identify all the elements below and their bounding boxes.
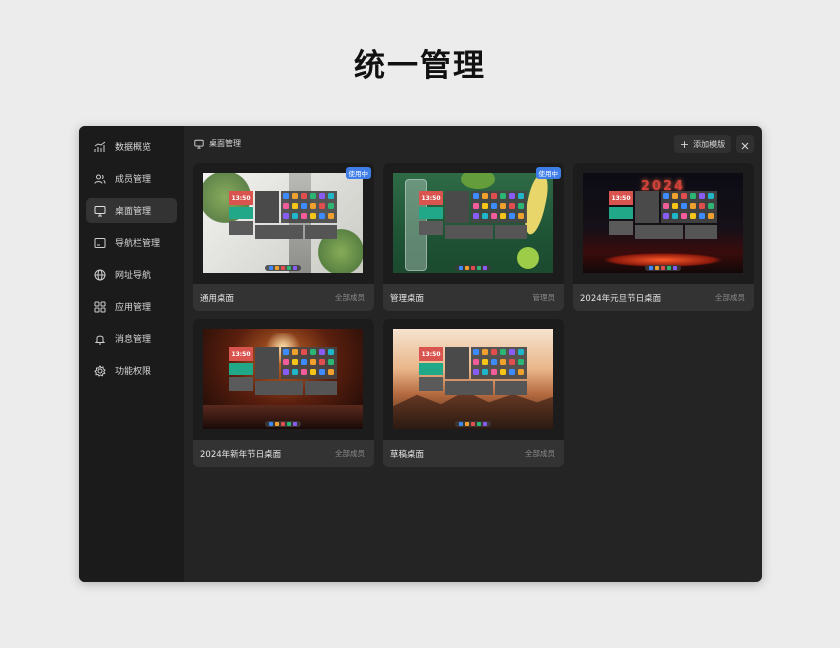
add-template-button[interactable]: + 添加模版 bbox=[674, 135, 731, 153]
main-panel: 桌面管理 + 添加模版 13:50 使用中 通用桌面 全部成员 13:50 使用中 管理桌面… bbox=[184, 126, 762, 582]
close-button[interactable] bbox=[736, 135, 754, 153]
card-preview: 2024 13:50 bbox=[573, 163, 754, 284]
apps-grid-icon bbox=[94, 301, 106, 313]
monitor-icon bbox=[94, 205, 106, 217]
card-footer: 管理桌面 管理员 bbox=[383, 284, 564, 311]
sidebar-item-label: 导航栏管理 bbox=[115, 239, 161, 249]
sidebar-item-navbar[interactable]: 导航栏管理 bbox=[86, 230, 177, 255]
sidebar-item-label: 消息管理 bbox=[115, 335, 152, 345]
sidebar-item-members[interactable]: 成员管理 bbox=[86, 166, 177, 191]
monitor-icon bbox=[194, 139, 204, 149]
sidebar-item-label: 网址导航 bbox=[115, 271, 152, 281]
card-footer: 2024年元旦节日桌面 全部成员 bbox=[573, 284, 754, 311]
bell-icon bbox=[94, 333, 106, 345]
gear-icon bbox=[94, 364, 106, 377]
clock-widget: 13:50 bbox=[229, 191, 253, 205]
sidebar-item-data-overview[interactable]: 数据概览 bbox=[86, 134, 177, 159]
globe-icon bbox=[94, 269, 106, 281]
in-use-badge: 使用中 bbox=[345, 167, 371, 179]
sidebar: 数据概览 成员管理 桌面管理 导航栏管理 网址导航 应用管理 消息管理 功能权限 bbox=[79, 126, 184, 582]
card-scope: 全部成员 bbox=[335, 449, 365, 458]
sidebar-item-url-nav[interactable]: 网址导航 bbox=[86, 262, 177, 287]
in-use-badge: 使用中 bbox=[535, 167, 561, 179]
card-preview: 13:50 bbox=[193, 319, 374, 440]
desktop-thumbnail: 13:50 bbox=[393, 329, 553, 429]
sidebar-item-label: 应用管理 bbox=[115, 303, 152, 313]
sidebar-item-label: 成员管理 bbox=[115, 175, 152, 185]
template-card[interactable]: 13:50 使用中通用桌面 全部成员 bbox=[193, 163, 374, 311]
card-title: 草稿桌面 bbox=[390, 449, 425, 460]
sidebar-item-messages[interactable]: 消息管理 bbox=[86, 326, 177, 351]
clock-widget: 13:50 bbox=[609, 191, 633, 205]
desktop-thumbnail: 13:50 bbox=[393, 173, 553, 273]
desktop-thumbnail: 13:50 bbox=[203, 173, 363, 273]
members-icon bbox=[94, 173, 106, 185]
template-card[interactable]: 13:50 2024年新年节日桌面 全部成员 bbox=[193, 319, 374, 467]
card-preview: 13:50 bbox=[383, 163, 564, 284]
clock-widget: 13:50 bbox=[229, 347, 253, 361]
breadcrumb: 桌面管理 bbox=[194, 138, 241, 149]
desktop-thumbnail: 2024 13:50 bbox=[583, 173, 743, 273]
chart-icon bbox=[94, 141, 106, 153]
desktop-thumbnail: 13:50 bbox=[203, 329, 363, 429]
sidebar-item-label: 桌面管理 bbox=[115, 207, 152, 217]
clock-widget: 13:50 bbox=[419, 347, 443, 361]
sidebar-item-permissions[interactable]: 功能权限 bbox=[86, 358, 177, 383]
card-scope: 全部成员 bbox=[715, 293, 745, 302]
card-footer: 草稿桌面 全部成员 bbox=[383, 440, 564, 467]
header-title: 桌面管理 bbox=[209, 139, 241, 148]
card-title: 通用桌面 bbox=[200, 293, 235, 304]
card-title: 2024年元旦节日桌面 bbox=[580, 293, 662, 304]
card-scope: 全部成员 bbox=[525, 449, 555, 458]
sidebar-item-label: 数据概览 bbox=[115, 143, 152, 153]
card-scope: 管理员 bbox=[532, 293, 556, 302]
card-footer: 2024年新年节日桌面 全部成员 bbox=[193, 440, 374, 467]
card-preview: 13:50 bbox=[193, 163, 374, 284]
sidebar-item-label: 功能权限 bbox=[115, 367, 152, 377]
template-card[interactable]: 2024 13:50 2024年元旦节日桌面 全部成员 bbox=[573, 163, 754, 311]
card-title: 2024年新年节日桌面 bbox=[200, 449, 282, 460]
sidebar-item-desktop[interactable]: 桌面管理 bbox=[86, 198, 177, 223]
clock-widget: 13:50 bbox=[419, 191, 443, 205]
card-footer: 通用桌面 全部成员 bbox=[193, 284, 374, 311]
template-card[interactable]: 13:50 草稿桌面 全部成员 bbox=[383, 319, 564, 467]
card-title: 管理桌面 bbox=[390, 293, 425, 304]
app-window: 数据概览 成员管理 桌面管理 导航栏管理 网址导航 应用管理 消息管理 功能权限… bbox=[79, 126, 762, 582]
add-template-label: 添加模版 bbox=[693, 139, 726, 149]
page-title: 统一管理 bbox=[354, 48, 486, 84]
sidebar-item-apps[interactable]: 应用管理 bbox=[86, 294, 177, 319]
card-preview: 13:50 bbox=[383, 319, 564, 440]
plus-icon: + bbox=[679, 137, 690, 151]
close-icon bbox=[741, 135, 749, 154]
card-scope: 全部成员 bbox=[335, 293, 365, 302]
template-card[interactable]: 13:50 使用中管理桌面 管理员 bbox=[383, 163, 564, 311]
navbar-icon bbox=[94, 237, 106, 249]
